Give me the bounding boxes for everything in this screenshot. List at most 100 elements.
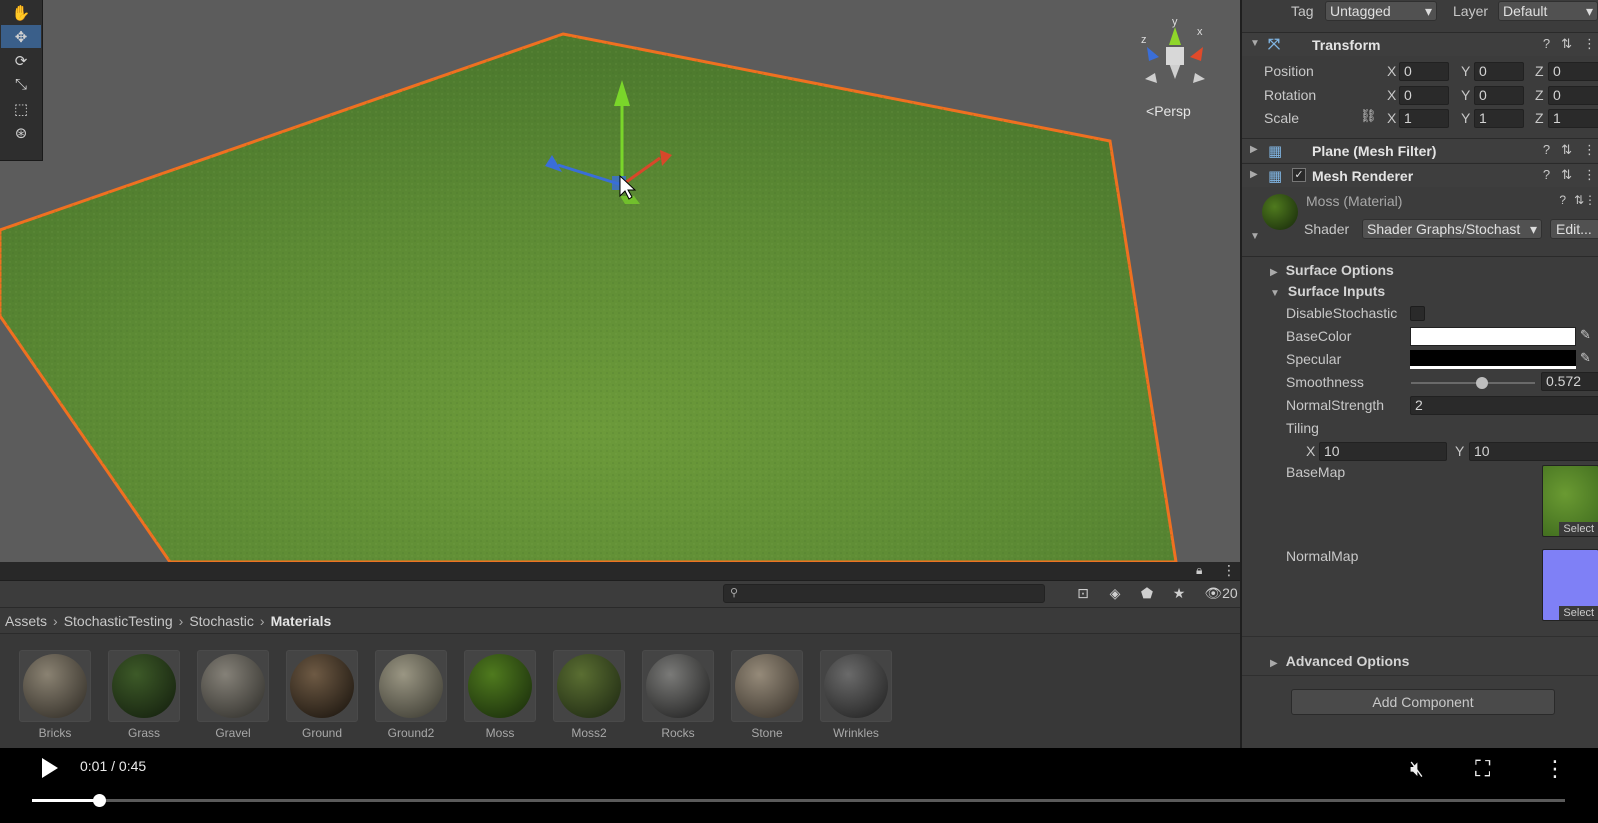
smoothness-field[interactable]: 0.572 xyxy=(1541,372,1598,391)
shader-dropdown[interactable]: Shader Graphs/Stochast xyxy=(1362,219,1542,239)
surface-inputs-foldout[interactable]: ▼ Surface Inputs xyxy=(1270,283,1385,299)
more-menu-icon[interactable]: ⋮ xyxy=(1222,562,1236,579)
kebab-menu-icon[interactable]: ⋮ xyxy=(1583,36,1596,52)
asset-item[interactable]: Wrinkles xyxy=(820,650,892,740)
normal-strength-field[interactable]: 2 xyxy=(1410,396,1598,415)
progress-thumb[interactable] xyxy=(93,794,107,807)
exit-fullscreen-icon[interactable]: ⛶ xyxy=(1475,756,1490,782)
filter-by-label-icon[interactable]: ⬟ xyxy=(1137,585,1157,602)
surface-options-foldout[interactable]: ▶ Surface Options xyxy=(1270,262,1394,278)
search-by-type-icon[interactable]: ⊡ xyxy=(1073,585,1093,602)
scene-viewport[interactable] xyxy=(0,0,1240,562)
asset-item[interactable]: Bricks xyxy=(19,650,91,740)
axis-x-label: X xyxy=(1387,110,1397,126)
mesh-renderer-header[interactable]: ▶ ▦ ✓ Mesh Renderer ? ⇅ ⋮ xyxy=(1242,163,1598,187)
presets-icon[interactable]: ⇅ xyxy=(1561,36,1572,52)
collapse-triangle-icon[interactable]: ▼ xyxy=(1250,231,1260,242)
normal-map-select-button[interactable]: Select xyxy=(1559,606,1598,620)
edit-shader-button[interactable]: Edit... xyxy=(1550,219,1598,239)
hand-tool-icon[interactable]: ✋ xyxy=(1,1,41,24)
help-icon[interactable]: ? xyxy=(1543,167,1550,183)
eyedropper-icon[interactable]: ✎ xyxy=(1580,327,1591,343)
presets-icon[interactable]: ⇅ xyxy=(1561,167,1572,183)
collapse-triangle-icon[interactable]: ▼ xyxy=(1250,38,1260,49)
mesh-filter-title: Plane (Mesh Filter) xyxy=(1312,143,1437,159)
asset-item[interactable]: Ground2 xyxy=(375,650,447,740)
move-tool-icon[interactable]: ✥ xyxy=(1,25,41,48)
material-preview xyxy=(1262,194,1298,230)
filter-by-type-icon[interactable]: ◈ xyxy=(1105,585,1125,602)
tag-dropdown[interactable]: Untagged xyxy=(1325,1,1437,21)
scale-z-field[interactable]: 1 xyxy=(1548,109,1598,128)
orientation-gizmo[interactable]: y x z xyxy=(1135,17,1215,93)
help-icon[interactable]: ? xyxy=(1543,142,1550,158)
add-component-button[interactable]: Add Component xyxy=(1291,689,1555,715)
kebab-menu-icon[interactable]: ⋮ xyxy=(1583,142,1596,158)
rotation-z-field[interactable]: 0 xyxy=(1548,86,1598,105)
scene-view[interactable]: ✋ ✥ ⟳ ⤡ ⬚ ⊛ y x z <Persp xyxy=(0,0,1240,562)
asset-thumbnail xyxy=(286,650,358,722)
rotation-x-field[interactable]: 0 xyxy=(1399,86,1449,105)
asset-item[interactable]: Grass xyxy=(108,650,180,740)
project-search-input[interactable]: ⚲ xyxy=(723,584,1045,603)
asset-item[interactable]: Stone xyxy=(731,650,803,740)
disable-stochastic-checkbox[interactable] xyxy=(1410,306,1425,321)
breadcrumb-item[interactable]: StochasticTesting xyxy=(64,613,173,629)
hidden-packages-toggle[interactable]: 👁︎20 xyxy=(1201,585,1241,602)
favorites-icon[interactable]: ★ xyxy=(1169,585,1189,602)
asset-item[interactable]: Ground xyxy=(286,650,358,740)
video-progress-bar[interactable] xyxy=(32,794,1565,807)
rotation-y-field[interactable]: 0 xyxy=(1474,86,1524,105)
disable-stochastic-label: DisableStochastic xyxy=(1286,305,1398,321)
link-off-icon[interactable]: ⛓︎ xyxy=(1360,108,1377,124)
rotate-tool-icon[interactable]: ⟳ xyxy=(1,49,41,72)
asset-item[interactable]: Moss xyxy=(464,650,536,740)
expand-triangle-icon[interactable]: ▶ xyxy=(1250,169,1258,180)
more-options-icon[interactable]: ⋮ xyxy=(1544,756,1566,782)
help-icon[interactable]: ? xyxy=(1559,193,1566,207)
mesh-filter-header[interactable]: ▶ ▦ Plane (Mesh Filter) ? ⇅ ⋮ xyxy=(1242,138,1598,162)
rect-tool-icon[interactable]: ⬚ xyxy=(1,97,41,120)
tiling-x-field[interactable]: 10 xyxy=(1319,442,1447,461)
kebab-menu-icon[interactable]: ⋮ xyxy=(1584,193,1596,207)
component-enabled-checkbox[interactable]: ✓ xyxy=(1292,168,1306,182)
tiling-y-field[interactable]: 10 xyxy=(1469,442,1598,461)
scale-y-field[interactable]: 1 xyxy=(1474,109,1524,128)
asset-item[interactable]: Rocks xyxy=(642,650,714,740)
scale-x-field[interactable]: 1 xyxy=(1399,109,1449,128)
gizmo-x-label: x xyxy=(1197,26,1203,38)
expand-triangle-icon[interactable]: ▶ xyxy=(1250,144,1258,155)
lock-icon[interactable]: 🔒︎ xyxy=(1196,563,1202,578)
normal-map-texture-slot[interactable]: Select xyxy=(1542,549,1598,621)
layer-dropdown[interactable]: Default xyxy=(1498,1,1598,21)
base-color-swatch[interactable] xyxy=(1410,327,1576,346)
position-z-field[interactable]: 0 xyxy=(1548,62,1598,81)
inspector-panel: Tag Untagged Layer Default ▼ ⤧ Transform… xyxy=(1240,0,1598,748)
breadcrumb-item-current[interactable]: Materials xyxy=(271,613,332,629)
camera-mode-toggle[interactable]: <Persp xyxy=(1146,103,1191,119)
transform-tool-icon[interactable]: ⊛ xyxy=(1,121,41,144)
asset-item[interactable]: Moss2 xyxy=(553,650,625,740)
asset-item[interactable]: Gravel xyxy=(197,650,269,740)
scale-tool-icon[interactable]: ⤡ xyxy=(1,73,41,96)
mute-icon[interactable]: 🔇︎ xyxy=(1410,756,1424,782)
base-map-select-button[interactable]: Select xyxy=(1559,522,1598,536)
breadcrumb-item[interactable]: Stochastic xyxy=(189,613,254,629)
play-icon[interactable] xyxy=(40,756,60,780)
transform-header[interactable]: ▼ ⤧ Transform ? ⇅ ⋮ xyxy=(1242,32,1598,56)
eyedropper-icon[interactable]: ✎ xyxy=(1580,350,1591,366)
specular-color-swatch[interactable] xyxy=(1410,350,1576,369)
position-y-field[interactable]: 0 xyxy=(1474,62,1524,81)
presets-icon[interactable]: ⇅ xyxy=(1574,193,1584,207)
kebab-menu-icon[interactable]: ⋮ xyxy=(1583,167,1596,183)
presets-icon[interactable]: ⇅ xyxy=(1561,142,1572,158)
advanced-options-foldout[interactable]: ▶ Advanced Options xyxy=(1270,653,1409,669)
smoothness-slider[interactable] xyxy=(1411,377,1535,389)
asset-label: Stone xyxy=(751,726,783,740)
position-x-field[interactable]: 0 xyxy=(1399,62,1449,81)
gizmo-z-label: z xyxy=(1141,34,1147,46)
slider-thumb[interactable] xyxy=(1475,377,1488,389)
base-map-texture-slot[interactable]: Select xyxy=(1542,465,1598,537)
help-icon[interactable]: ? xyxy=(1543,36,1550,52)
breadcrumb-item[interactable]: Assets xyxy=(5,613,47,629)
